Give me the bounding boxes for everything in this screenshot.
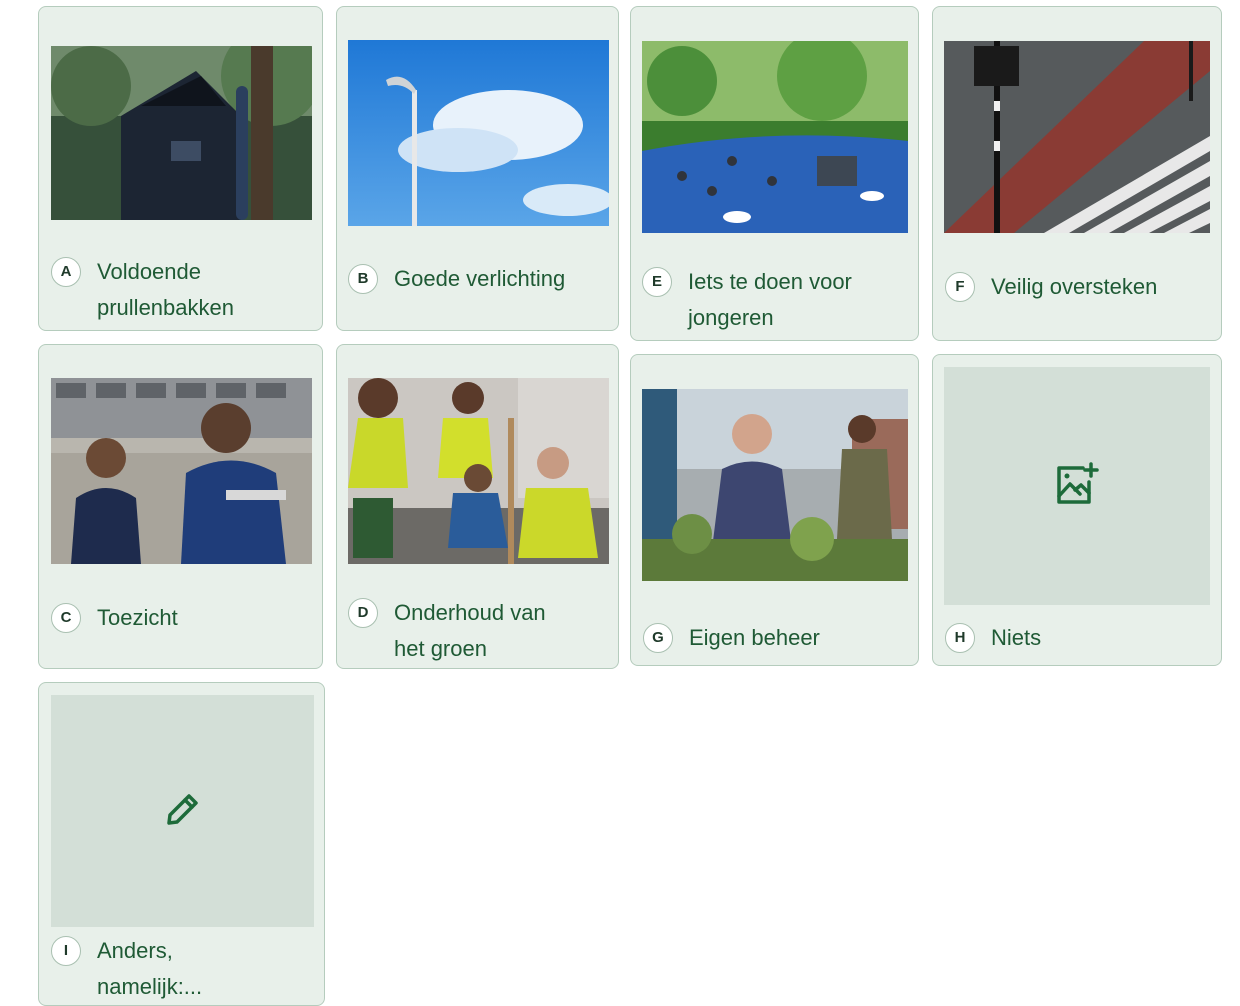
option-card-b[interactable]: B Goede verlichting [336,6,619,331]
option-e[interactable]: E Iets te doen voor jongeren [642,264,912,336]
tree-planting-photo [348,378,609,564]
option-label: Anders, namelijk:... [97,938,203,999]
option-d[interactable]: D Onderhoud van het groen [348,595,613,667]
option-letter-badge: G [643,623,673,653]
option-g[interactable]: G Eigen beheer [643,620,913,656]
option-label: Toezicht [97,605,178,630]
option-card-e[interactable]: E Iets te doen voor jongeren [630,6,919,341]
option-label: Veilig oversteken [991,274,1158,299]
image-placeholder [944,367,1210,605]
option-card-a[interactable]: A Voldoende prullenbakken [38,6,323,331]
option-letter-badge: C [51,603,81,633]
option-label: Niets [991,625,1042,650]
option-label: Goede verlichting [394,266,566,291]
trash-bin-photo [51,46,312,220]
pencil-icon[interactable] [166,792,200,831]
option-letter-badge: A [51,257,81,287]
option-letter-badge: E [642,267,672,297]
gardening-residents-photo [642,389,908,581]
option-card-g[interactable]: G Eigen beheer [630,354,919,666]
image-plus-icon[interactable] [1053,460,1101,513]
option-label: Onderhoud van het groen [394,600,546,661]
option-h[interactable]: H Niets [945,620,1215,656]
playground-photo [642,41,908,233]
option-letter-badge: B [348,264,378,294]
option-a[interactable]: A Voldoende prullenbakken [51,254,316,326]
option-b[interactable]: B Goede verlichting [348,261,613,297]
option-letter-badge: D [348,598,378,628]
option-label: Iets te doen voor jongeren [688,269,852,330]
text-placeholder [51,695,314,927]
option-letter-badge: H [945,623,975,653]
option-letter-badge: I [51,936,81,966]
option-card-d[interactable]: D Onderhoud van het groen [336,344,619,669]
option-card-h[interactable]: H Niets [932,354,1222,666]
enforcement-officers-photo [51,378,312,564]
option-label: Voldoende prullenbakken [97,259,234,320]
option-f[interactable]: F Veilig oversteken [945,269,1215,305]
option-card-f[interactable]: F Veilig oversteken [932,6,1222,341]
street-light-photo [348,40,609,226]
option-card-i[interactable]: I Anders, namelijk:... [38,682,325,1006]
crosswalk-photo [944,41,1210,233]
option-card-c[interactable]: C Toezicht [38,344,323,669]
option-label: Eigen beheer [689,625,820,650]
option-i[interactable]: I Anders, namelijk:... [51,933,321,1005]
option-c[interactable]: C Toezicht [51,600,316,636]
option-letter-badge: F [945,272,975,302]
